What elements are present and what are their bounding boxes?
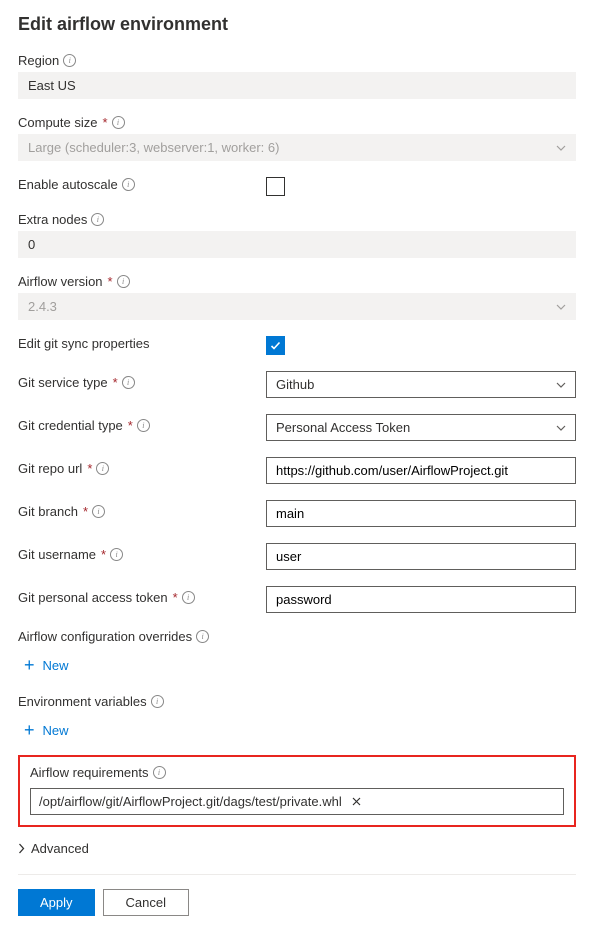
close-icon: [352, 797, 361, 806]
chevron-down-icon: [556, 145, 566, 151]
advanced-toggle[interactable]: Advanced: [18, 841, 576, 856]
info-icon[interactable]: i: [151, 695, 164, 708]
plus-icon: +: [24, 721, 35, 739]
requirements-tag-remove[interactable]: [348, 794, 365, 809]
compute-size-label: Compute size * i: [18, 115, 576, 130]
info-icon[interactable]: i: [92, 505, 105, 518]
git-pat-label: Git personal access token * i: [18, 590, 266, 605]
git-credential-type-select[interactable]: Personal Access Token: [266, 414, 576, 441]
extra-nodes-value: 0: [18, 231, 576, 258]
info-icon[interactable]: i: [110, 548, 123, 561]
git-repo-url-label: Git repo url * i: [18, 461, 266, 476]
info-icon[interactable]: i: [122, 376, 135, 389]
plus-icon: +: [24, 656, 35, 674]
git-service-type-select[interactable]: Github: [266, 371, 576, 398]
requirements-label: Airflow requirements i: [30, 765, 564, 780]
info-icon[interactable]: i: [91, 213, 104, 226]
apply-button[interactable]: Apply: [18, 889, 95, 916]
airflow-version-select: 2.4.3: [18, 293, 576, 320]
git-repo-url-input[interactable]: [266, 457, 576, 484]
config-overrides-label: Airflow configuration overrides i: [18, 629, 576, 644]
info-icon[interactable]: i: [117, 275, 130, 288]
git-username-input[interactable]: [266, 543, 576, 570]
footer-divider: [18, 874, 576, 875]
enable-autoscale-checkbox[interactable]: [266, 177, 285, 196]
airflow-version-label: Airflow version * i: [18, 274, 576, 289]
chevron-down-icon: [556, 304, 566, 310]
info-icon[interactable]: i: [96, 462, 109, 475]
chevron-down-icon: [556, 382, 566, 388]
page-title: Edit airflow environment: [18, 14, 576, 35]
enable-autoscale-label: Enable autoscale i: [18, 177, 266, 192]
check-icon: [269, 339, 282, 352]
info-icon[interactable]: i: [182, 591, 195, 604]
chevron-right-icon: [18, 843, 25, 854]
info-icon[interactable]: i: [196, 630, 209, 643]
region-label: Region i: [18, 53, 576, 68]
compute-size-select: Large (scheduler:3, webserver:1, worker:…: [18, 134, 576, 161]
edit-git-sync-label: Edit git sync properties: [18, 336, 266, 351]
requirements-highlight: Airflow requirements i /opt/airflow/git/…: [18, 755, 576, 827]
edit-git-sync-checkbox[interactable]: [266, 336, 285, 355]
config-overrides-new-button[interactable]: + New: [18, 652, 69, 678]
git-branch-label: Git branch * i: [18, 504, 266, 519]
git-pat-input[interactable]: [266, 586, 576, 613]
info-icon[interactable]: i: [137, 419, 150, 432]
info-icon[interactable]: i: [153, 766, 166, 779]
chevron-down-icon: [556, 425, 566, 431]
info-icon[interactable]: i: [122, 178, 135, 191]
region-value: East US: [18, 72, 576, 99]
git-branch-input[interactable]: [266, 500, 576, 527]
requirements-input[interactable]: /opt/airflow/git/AirflowProject.git/dags…: [30, 788, 564, 815]
cancel-button[interactable]: Cancel: [103, 889, 189, 916]
git-credential-type-label: Git credential type * i: [18, 418, 266, 433]
requirements-tag: /opt/airflow/git/AirflowProject.git/dags…: [39, 794, 342, 809]
info-icon[interactable]: i: [112, 116, 125, 129]
git-username-label: Git username * i: [18, 547, 266, 562]
env-vars-new-button[interactable]: + New: [18, 717, 69, 743]
info-icon[interactable]: i: [63, 54, 76, 67]
git-service-type-label: Git service type * i: [18, 375, 266, 390]
extra-nodes-label: Extra nodes i: [18, 212, 576, 227]
env-vars-label: Environment variables i: [18, 694, 576, 709]
